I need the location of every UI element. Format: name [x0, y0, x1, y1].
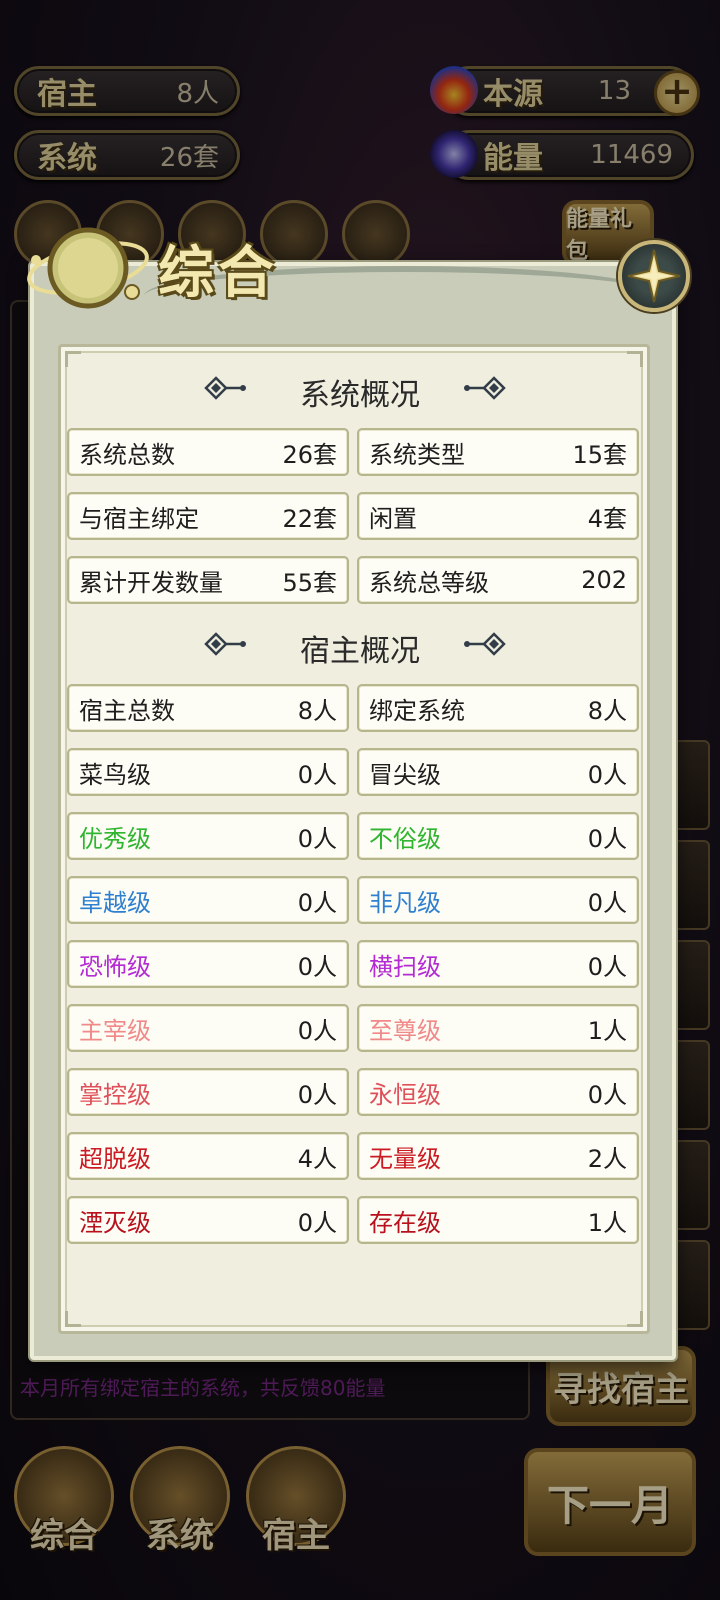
corner-ornament — [65, 351, 81, 367]
tier-count: 8人 — [587, 696, 627, 725]
tier-count: 0人 — [297, 760, 337, 789]
stat-value: 22套 — [282, 504, 337, 533]
system-overview-heading: 系统概况 — [300, 378, 420, 413]
stat-value: 26套 — [282, 440, 337, 469]
host-tier-cell: 绑定系统 8人 — [357, 684, 639, 732]
host-tier-cell: 恐怖级 0人 — [67, 940, 349, 988]
stat-label: 闲置 — [369, 504, 417, 533]
tier-label: 绑定系统 — [369, 696, 465, 725]
host-tier-cell: 宿主总数 8人 — [67, 684, 349, 732]
tier-count: 1人 — [587, 1016, 627, 1045]
tier-count: 0人 — [297, 952, 337, 981]
tier-label: 不俗级 — [369, 824, 441, 853]
tier-label: 优秀级 — [79, 824, 151, 853]
stat-label: 系统总等级 — [369, 568, 489, 597]
stat-cell: 累计开发数量 55套 — [67, 556, 349, 604]
heading-right-ornament-icon — [464, 376, 506, 400]
tier-label: 超脱级 — [79, 1144, 151, 1173]
tier-count: 2人 — [587, 1144, 627, 1173]
host-tier-cell: 优秀级 0人 — [67, 812, 349, 860]
stat-label: 与宿主绑定 — [79, 504, 199, 533]
stat-cell: 闲置 4套 — [357, 492, 639, 540]
tier-count: 0人 — [587, 888, 627, 917]
tier-label: 宿主总数 — [79, 696, 175, 725]
tier-count: 0人 — [297, 1016, 337, 1045]
host-tier-cell: 无量级 2人 — [357, 1132, 639, 1180]
tier-count: 0人 — [297, 888, 337, 917]
stat-label: 累计开发数量 — [79, 568, 223, 597]
tier-count: 1人 — [587, 1208, 627, 1237]
planet-emblem-icon — [27, 227, 149, 309]
tier-label: 恐怖级 — [79, 952, 151, 981]
stat-value: 55套 — [282, 568, 337, 597]
tier-label: 冒尖级 — [369, 760, 441, 789]
corner-ornament — [65, 1311, 81, 1327]
tier-label: 湮灭级 — [79, 1208, 151, 1237]
corner-ornament — [627, 1311, 643, 1327]
close-button[interactable] — [618, 240, 690, 312]
host-tier-cell: 菜鸟级 0人 — [67, 748, 349, 796]
host-tier-cell: 非凡级 0人 — [357, 876, 639, 924]
stat-value: 15套 — [572, 440, 627, 469]
tier-count: 4人 — [297, 1144, 337, 1173]
host-tier-cell: 超脱级 4人 — [67, 1132, 349, 1180]
host-tier-cell: 冒尖级 0人 — [357, 748, 639, 796]
corner-ornament — [627, 351, 643, 367]
stat-value: 202 — [581, 566, 627, 594]
host-tier-cell: 掌控级 0人 — [67, 1068, 349, 1116]
tier-count: 0人 — [297, 1208, 337, 1237]
tier-label: 存在级 — [369, 1208, 441, 1237]
stat-value: 4套 — [587, 504, 627, 533]
stat-cell: 与宿主绑定 22套 — [67, 492, 349, 540]
tier-label: 主宰级 — [79, 1016, 151, 1045]
host-tier-cell: 不俗级 0人 — [357, 812, 639, 860]
tier-count: 0人 — [587, 824, 627, 853]
stat-cell: 系统类型 15套 — [357, 428, 639, 476]
heading-right-ornament-icon — [464, 632, 506, 656]
tier-label: 非凡级 — [369, 888, 441, 917]
host-tier-cell: 横扫级 0人 — [357, 940, 639, 988]
tier-count: 0人 — [297, 1080, 337, 1109]
host-tier-cell: 存在级 1人 — [357, 1196, 639, 1244]
tier-count: 0人 — [587, 1080, 627, 1109]
close-star-icon — [627, 249, 681, 303]
tier-label: 无量级 — [369, 1144, 441, 1173]
dialog-title: 综合 — [158, 240, 278, 306]
tier-label: 至尊级 — [369, 1016, 441, 1045]
tier-count: 0人 — [587, 760, 627, 789]
tier-label: 永恒级 — [369, 1080, 441, 1109]
stat-label: 系统总数 — [79, 440, 175, 469]
tier-label: 菜鸟级 — [79, 760, 151, 789]
stat-label: 系统类型 — [369, 440, 465, 469]
host-tier-cell: 卓越级 0人 — [67, 876, 349, 924]
host-tier-cell: 主宰级 0人 — [67, 1004, 349, 1052]
tier-count: 0人 — [587, 952, 627, 981]
tier-label: 掌控级 — [79, 1080, 151, 1109]
host-tier-cell: 至尊级 1人 — [357, 1004, 639, 1052]
tier-count: 8人 — [297, 696, 337, 725]
host-overview-heading: 宿主概况 — [300, 634, 420, 669]
stat-cell: 系统总数 26套 — [67, 428, 349, 476]
stat-cell: 系统总等级 202 — [357, 556, 639, 604]
tier-label: 卓越级 — [79, 888, 151, 917]
host-tier-cell: 永恒级 0人 — [357, 1068, 639, 1116]
host-tier-cell: 湮灭级 0人 — [67, 1196, 349, 1244]
tier-count: 0人 — [297, 824, 337, 853]
tier-label: 横扫级 — [369, 952, 441, 981]
